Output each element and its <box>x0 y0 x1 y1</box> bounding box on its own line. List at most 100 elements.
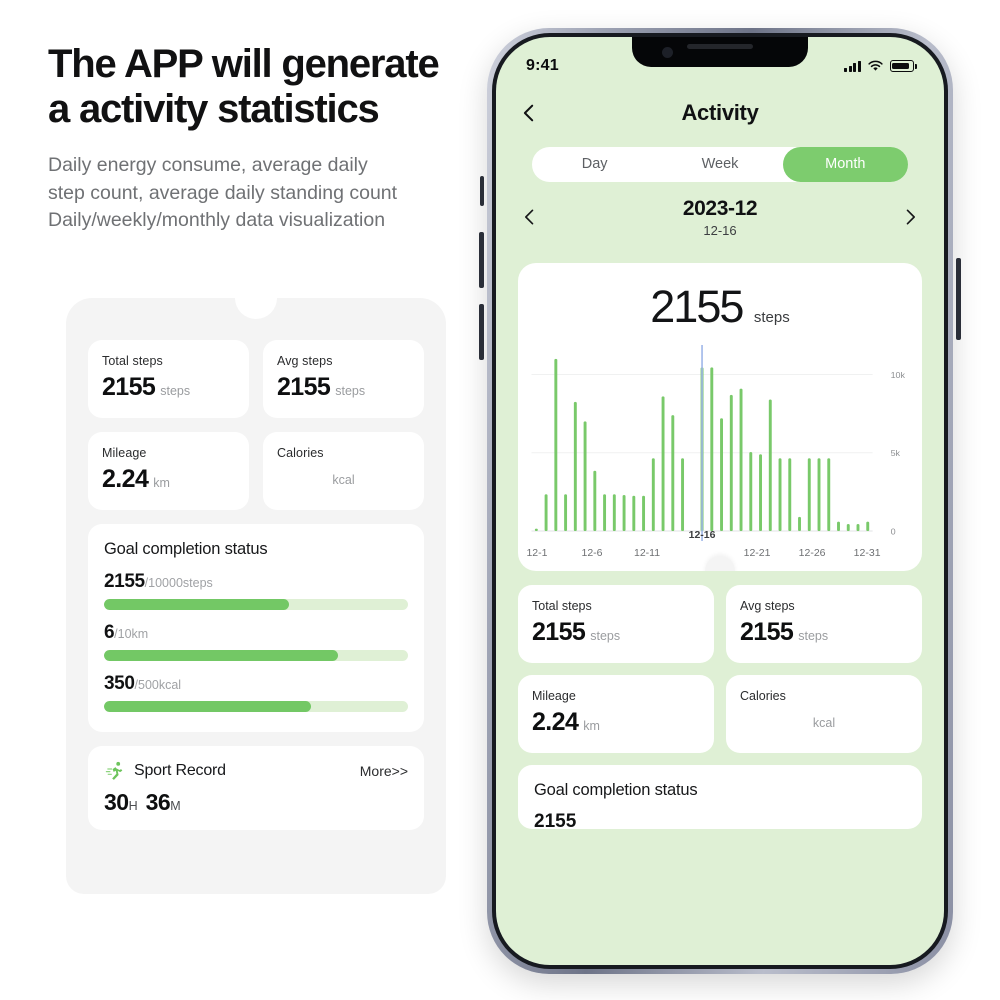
goal-current: 6 <box>104 622 115 643</box>
stat-unit: km <box>153 476 170 490</box>
sport-record-card[interactable]: Sport Record More>> 30 H 36 M <box>88 746 424 830</box>
tab-month[interactable]: Month <box>782 147 908 182</box>
phone-notch <box>632 37 808 67</box>
chevron-left-icon[interactable] <box>520 207 540 227</box>
date-navigator: 2023-12 12-16 <box>520 197 920 255</box>
goal-row-calories: 350 /500kcal <box>104 673 408 712</box>
sport-record-title: Sport Record <box>134 762 226 779</box>
goal-completion-card: Goal completion status 2155 /10000steps … <box>88 524 424 732</box>
sport-record-more-link[interactable]: More>> <box>360 763 408 779</box>
headline-line-2: a activity statistics <box>48 86 380 131</box>
panel-notch <box>235 298 277 319</box>
stat-card-calories[interactable]: Calories kcal <box>263 432 424 510</box>
front-camera-icon <box>662 47 673 58</box>
goal-progress-fill <box>104 599 290 610</box>
stat-unit: kcal <box>332 473 355 487</box>
battery-icon <box>890 60 917 72</box>
goal-progress-track <box>104 701 408 712</box>
left-stat-grid: Total steps 2155 steps Avg steps 2155 st… <box>88 340 424 510</box>
stat-unit: steps <box>590 629 621 643</box>
stat-label: Calories <box>740 689 786 703</box>
stat-label: Avg steps <box>277 354 333 368</box>
power-button[interactable] <box>956 258 961 340</box>
phone-stat-card-mileage[interactable]: Mileage 2.24 km <box>518 675 714 753</box>
stat-label: Calories <box>277 446 324 460</box>
earpiece-speaker <box>687 44 753 49</box>
page-subtitle: Daily energy consume, average daily step… <box>48 152 478 235</box>
subtitle-line-1: Daily energy consume, average daily <box>48 154 368 176</box>
stat-value: 2155 <box>740 618 794 646</box>
goal-progress-track <box>104 599 408 610</box>
phone-stat-card-calories[interactable]: Calories kcal <box>726 675 922 753</box>
sport-hours: 30 <box>104 789 129 815</box>
tab-day[interactable]: Day <box>532 147 657 182</box>
sport-minutes-unit: M <box>170 799 181 813</box>
phone-stat-card-total-steps[interactable]: Total steps 2155 steps <box>518 585 714 663</box>
phone-mockup: 9:41 Activity Day Week Month 2023-12 12-… <box>479 28 961 974</box>
sport-duration: 30 H 36 M <box>104 789 408 816</box>
goal-row-steps: 2155 /10000steps <box>104 571 408 610</box>
stat-value: 2155 <box>532 618 586 646</box>
app-header: Activity <box>496 87 944 139</box>
stat-unit: steps <box>160 384 191 398</box>
goal-card-title: Goal completion status <box>104 540 268 558</box>
stat-value: 2.24 <box>532 708 579 736</box>
stat-label: Total steps <box>532 599 592 613</box>
stat-unit: km <box>583 719 600 733</box>
chevron-right-icon[interactable] <box>900 207 920 227</box>
poster-root: The APP will generate a activity statist… <box>0 0 1000 1000</box>
app-title: Activity <box>681 100 759 125</box>
volume-up-button[interactable] <box>479 232 484 288</box>
chart-x-tick: 12-11 <box>633 547 661 559</box>
stat-label: Mileage <box>102 446 147 460</box>
phone-screen: 9:41 Activity Day Week Month 2023-12 12-… <box>496 37 944 965</box>
wifi-icon <box>868 60 883 71</box>
goal-target: /10km <box>114 627 149 641</box>
tab-week[interactable]: Week <box>657 147 782 182</box>
page-title: The APP will generate a activity statist… <box>48 42 498 132</box>
chart-x-tick: 12-26 <box>798 547 826 559</box>
svg-text:10k: 10k <box>891 370 906 379</box>
activity-scroll-content[interactable]: 2155 steps 0 5k 10k 12-1 12-6 12-11 12-16 12-2… <box>496 263 944 965</box>
stat-card-mileage[interactable]: Mileage 2.24 km <box>88 432 249 510</box>
sport-hours-unit: H <box>128 799 138 813</box>
chart-x-tick: 12-21 <box>743 547 771 559</box>
goal-card-title: Goal completion status <box>534 781 698 799</box>
stat-unit: steps <box>798 629 829 643</box>
period-segmented-control: Day Week Month <box>532 147 908 182</box>
stat-unit: kcal <box>812 716 836 730</box>
goal-progress-track <box>104 650 408 661</box>
stat-value: 2155 <box>102 373 156 401</box>
svg-text:0: 0 <box>891 527 896 536</box>
goal-target: /500kcal <box>134 678 182 692</box>
phone-goal-completion-card: Goal completion status 2155 <box>518 765 922 829</box>
chart-x-tick: 12-16 <box>688 529 716 541</box>
stat-label: Mileage <box>532 689 576 703</box>
left-preview-panel: Total steps 2155 steps Avg steps 2155 st… <box>66 298 446 894</box>
goal-clipped-value: 2155 <box>534 811 577 829</box>
date-selected-day: 12-16 <box>703 223 737 238</box>
stat-card-total-steps[interactable]: Total steps 2155 steps <box>88 340 249 418</box>
volume-down-button[interactable] <box>479 304 484 360</box>
phone-stat-card-avg-steps[interactable]: Avg steps 2155 steps <box>726 585 922 663</box>
runner-icon <box>105 761 123 780</box>
subtitle-line-2: step count, average daily standing count <box>48 181 398 204</box>
status-bar-time: 9:41 <box>526 57 559 74</box>
goal-current: 2155 <box>104 571 145 592</box>
goal-current: 350 <box>104 673 135 694</box>
chart-x-tick: 12-1 <box>526 547 548 559</box>
goal-row-distance: 6 /10km <box>104 622 408 661</box>
steps-chart-card: 2155 steps 0 5k 10k 12-1 12-6 12-11 12-16 12-2… <box>518 263 922 571</box>
svg-text:5k: 5k <box>891 449 901 458</box>
date-period-label: 2023-12 <box>682 197 758 220</box>
mute-switch-button[interactable] <box>480 176 484 206</box>
stat-unit: steps <box>335 384 366 398</box>
sport-minutes: 36 <box>145 789 171 815</box>
steps-summary: 2155 steps <box>518 281 922 337</box>
goal-target: /10000steps <box>144 576 213 590</box>
chart-x-tick: 12-31 <box>853 547 881 559</box>
subtitle-line-3: Daily/weekly/monthly data visualization <box>48 209 386 232</box>
stat-card-avg-steps[interactable]: Avg steps 2155 steps <box>263 340 424 418</box>
steps-bar-chart[interactable]: 0 5k 10k <box>518 345 922 541</box>
stat-label: Total steps <box>102 354 163 368</box>
